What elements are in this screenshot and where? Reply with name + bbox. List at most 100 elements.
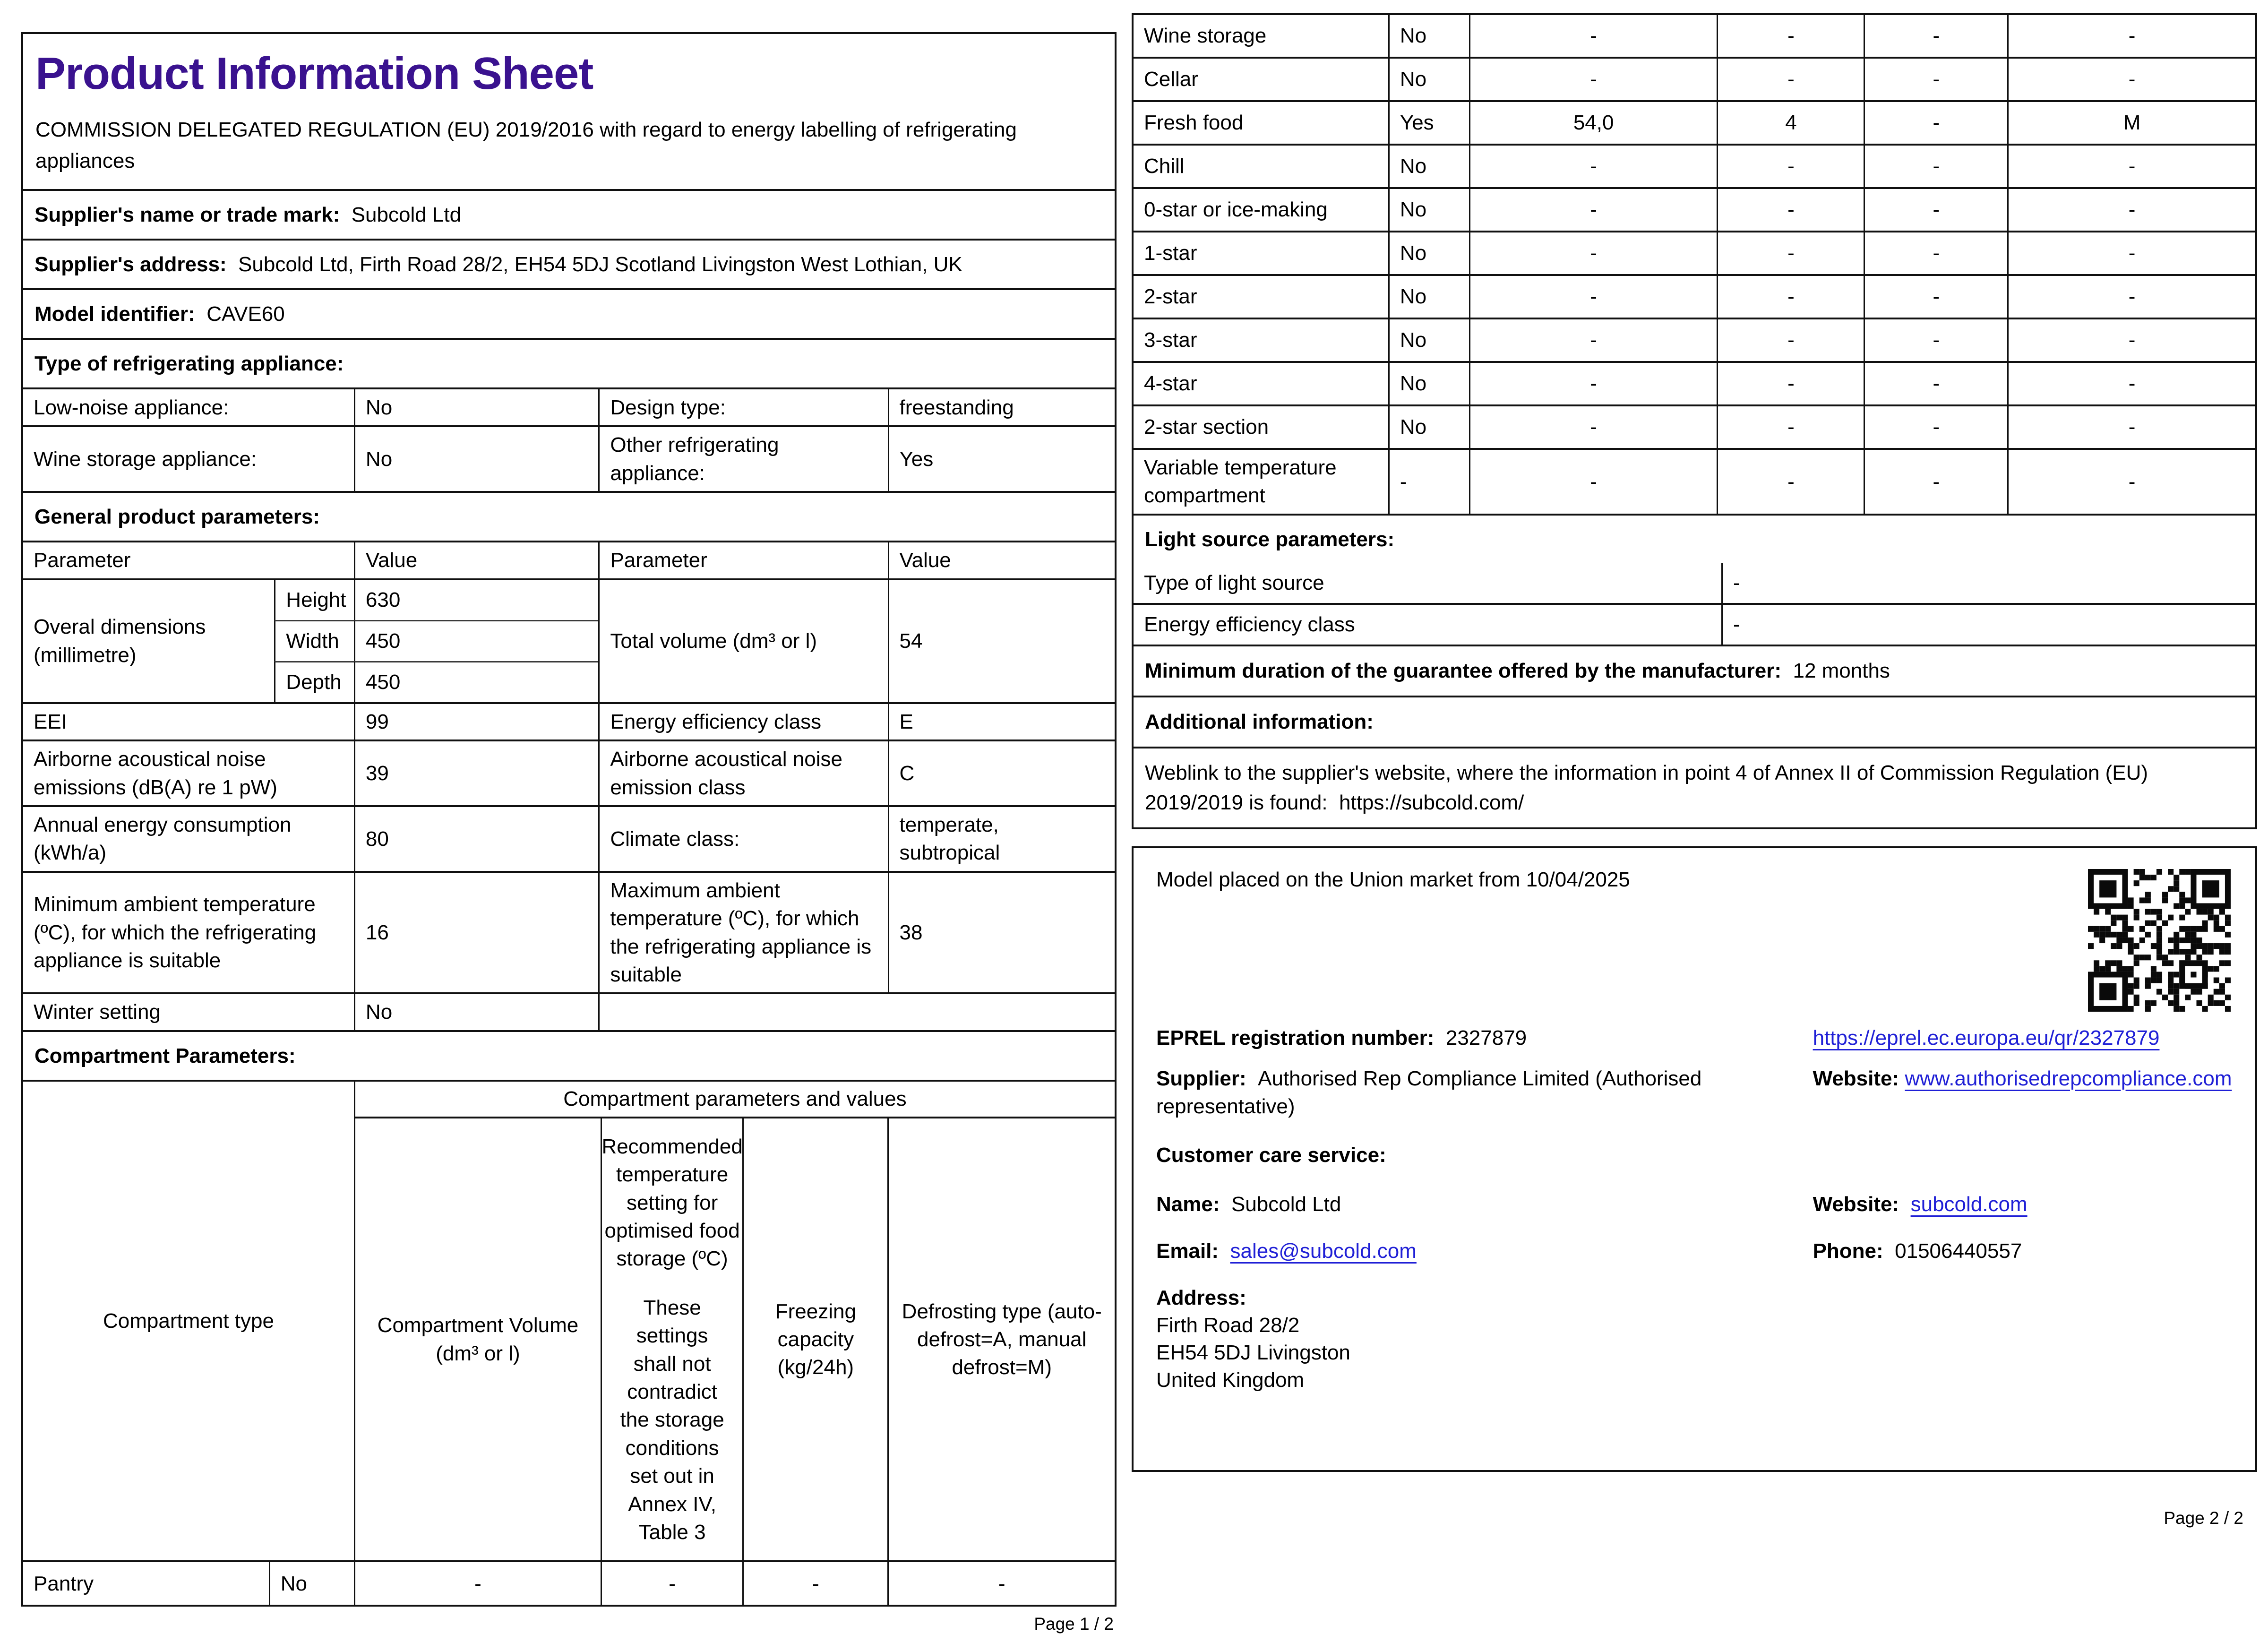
compartment-volume-cell: - bbox=[1469, 276, 1717, 318]
compartment-freezing-cell: - bbox=[1864, 102, 2007, 144]
max-ambient-value: 38 bbox=[887, 872, 1115, 993]
compartment-temp-cell: - bbox=[1717, 319, 1864, 361]
compartment-temp-cell: - bbox=[1717, 406, 1864, 448]
compartment-present-cell: Yes bbox=[1388, 102, 1469, 144]
compartment-volume-cell: - bbox=[1469, 232, 1717, 274]
col-header-freezing: Freezing capacity (kg/24h) bbox=[742, 1118, 887, 1561]
dimensions-label: Overal dimensions (millimetre) bbox=[34, 615, 206, 667]
additional-info-heading-row: Additional information: bbox=[1134, 695, 2255, 747]
care-email-cell: Email: sales@subcold.com bbox=[1156, 1237, 1813, 1265]
compartment-defrost-cell: - bbox=[2007, 363, 2255, 404]
height-value: 630 bbox=[353, 580, 598, 620]
compartment-temp-cell: - bbox=[1717, 15, 1864, 57]
care-email-link[interactable]: sales@subcold.com bbox=[1230, 1239, 1417, 1263]
total-volume-label: Total volume (dm³ or l) bbox=[598, 580, 887, 702]
climate-class-label: Climate class: bbox=[598, 807, 887, 871]
compartment-row: Fresh food Yes 54,0 4 - M bbox=[1134, 100, 2255, 144]
compartment-freezing-cell: - bbox=[1864, 319, 2007, 361]
energy-class-value: E bbox=[887, 704, 1115, 740]
compartment-name-cell: Pantry bbox=[34, 1572, 94, 1595]
depth-value: 450 bbox=[353, 661, 599, 702]
compartment-temp-cell: - bbox=[1717, 189, 1864, 231]
compartment-defrost-cell: - bbox=[2007, 189, 2255, 231]
noise-class-label: Airborne acoustical noise emission class bbox=[598, 741, 887, 805]
model-identifier-value: CAVE60 bbox=[206, 302, 285, 326]
address-label: Address: bbox=[1156, 1286, 1246, 1309]
ambient-temperature-row: Minimum ambient temperature (ºC), for wh… bbox=[23, 870, 1115, 993]
compartment-row: 2-star No - - - - bbox=[1134, 274, 2255, 318]
col-header-defrost: Defrosting type (auto-defrost=A, manual … bbox=[887, 1118, 1114, 1561]
compartment-temp-cell: - bbox=[1717, 276, 1864, 318]
care-website-label: Website: bbox=[1813, 1192, 1899, 1216]
compartment-defrost-cell: - bbox=[2007, 319, 2255, 361]
compartment-present-cell: No bbox=[1388, 189, 1469, 231]
document-canvas: { "colors": { "title": "#3a128f", "link"… bbox=[0, 0, 2268, 1634]
care-email-label: Email: bbox=[1156, 1239, 1219, 1263]
care-phone-value: 01506440557 bbox=[1895, 1239, 2022, 1263]
compartment-name-cell: 3-star bbox=[1144, 328, 1197, 352]
compartment-present-cell: No bbox=[268, 1562, 354, 1605]
weblink-row: Weblink to the supplier's website, where… bbox=[1134, 746, 2255, 828]
compartment-freezing-cell: - bbox=[1864, 189, 2007, 231]
supplier-name-label: Supplier's name or trade mark: bbox=[34, 203, 340, 226]
compartment-present-cell: No bbox=[1388, 59, 1469, 100]
type-heading: Type of refrigerating appliance: bbox=[34, 352, 344, 376]
col-header-temperature-text-2: These settings shall not contradict the … bbox=[620, 1296, 724, 1544]
compartment-row: 3-star No - - - - bbox=[1134, 318, 2255, 361]
col-header-temperature-text-1: Recommended temperature setting for opti… bbox=[601, 1135, 743, 1271]
compartment-row: Wine storage No - - - - bbox=[1134, 15, 2255, 57]
compartment-name-cell: 4-star bbox=[1144, 372, 1197, 396]
compartment-freezing-cell: - bbox=[1864, 450, 2007, 514]
page-1-footer: Page 1 / 2 bbox=[1034, 1614, 1114, 1634]
compartment-freezing-cell: - bbox=[1864, 59, 2007, 100]
supplier-website-cell: Website: www.authorisedrepcompliance.com bbox=[1813, 1065, 2233, 1121]
eprel-row: EPREL registration number: 2327879 https… bbox=[1134, 1024, 2255, 1052]
title-section: Product Information Sheet COMMISSION DEL… bbox=[23, 34, 1115, 189]
compartment-freezing-cell: - bbox=[1864, 363, 2007, 404]
customer-care-heading-row: Customer care service: bbox=[1134, 1141, 2255, 1169]
compartment-temp-cell: - bbox=[1717, 363, 1864, 404]
page-2-upper-box: Wine storage No - - - - Cellar No - - - … bbox=[1132, 13, 2257, 830]
care-name-label: Name: bbox=[1156, 1192, 1220, 1216]
supplier-name-value: Subcold Ltd bbox=[351, 203, 462, 226]
compartment-volume-cell: - bbox=[1469, 319, 1717, 361]
compartment-row: 4-star No - - - - bbox=[1134, 361, 2255, 404]
eprel-link[interactable]: https://eprel.ec.europa.eu/qr/2327879 bbox=[1813, 1026, 2160, 1049]
address-line-3: United Kingdom bbox=[1156, 1368, 1305, 1392]
supplier-website-link[interactable]: www.authorisedrepcompliance.com bbox=[1905, 1067, 2232, 1090]
compartment-name-cell: 2-star bbox=[1144, 285, 1197, 309]
compartment-name-cell: Chill bbox=[1144, 155, 1185, 178]
compartment-defrost-cell: - bbox=[2007, 406, 2255, 448]
type-heading-row: Type of refrigerating appliance: bbox=[23, 338, 1115, 387]
market-placement-text: Model placed on the Union market from 10… bbox=[1156, 868, 1630, 892]
width-value: 450 bbox=[353, 619, 599, 661]
compartment-row: Variable temperature compartment - - - -… bbox=[1134, 448, 2255, 514]
compartment-name-cell: Wine storage bbox=[1144, 24, 1267, 48]
compartment-name-cell: Variable temperature compartment bbox=[1144, 456, 1337, 507]
annual-energy-label: Annual energy consumption (kWh/a) bbox=[34, 813, 292, 865]
compartment-name-cell: 1-star bbox=[1144, 241, 1197, 265]
compartment-defrost-cell: - bbox=[2007, 232, 2255, 274]
compartment-row: 2-star section No - - - - bbox=[1134, 404, 2255, 448]
compartment-defrost-cell: - bbox=[2007, 15, 2255, 57]
height-label: Height bbox=[274, 580, 354, 620]
energy-class-label: Energy efficiency class bbox=[598, 704, 887, 740]
compartment-temp-cell: - bbox=[1717, 59, 1864, 100]
compartment-temp-cell: 4 bbox=[1717, 102, 1864, 144]
supplier-name-row: Supplier's name or trade mark: Subcold L… bbox=[23, 189, 1115, 239]
climate-class-value: temperate, subtropical bbox=[887, 807, 1115, 871]
supplier-info: Supplier: Authorised Rep Compliance Limi… bbox=[1156, 1065, 1813, 1121]
parameter-header-row: Parameter Value Parameter Value bbox=[23, 541, 1115, 578]
care-name-value: Subcold Ltd bbox=[1231, 1192, 1341, 1216]
acoustic-noise-row: Airborne acoustical noise emissions (dB(… bbox=[23, 740, 1115, 805]
page-2: Wine storage No - - - - Cellar No - - - … bbox=[1132, 13, 2257, 1472]
compartment-present-cell: No bbox=[1388, 319, 1469, 361]
care-website-link[interactable]: subcold.com bbox=[1911, 1193, 2027, 1216]
width-label: Width bbox=[274, 619, 354, 661]
wine-appliance-value: No bbox=[353, 427, 598, 491]
max-ambient-label: Maximum ambient temperature (ºC), for wh… bbox=[598, 872, 887, 993]
winter-setting-row: Winter setting No bbox=[23, 992, 1115, 1030]
light-source-heading: Light source parameters: bbox=[1145, 527, 1395, 551]
winter-setting-value: No bbox=[353, 994, 598, 1030]
compartment-row: 1-star No - - - - bbox=[1134, 231, 2255, 274]
